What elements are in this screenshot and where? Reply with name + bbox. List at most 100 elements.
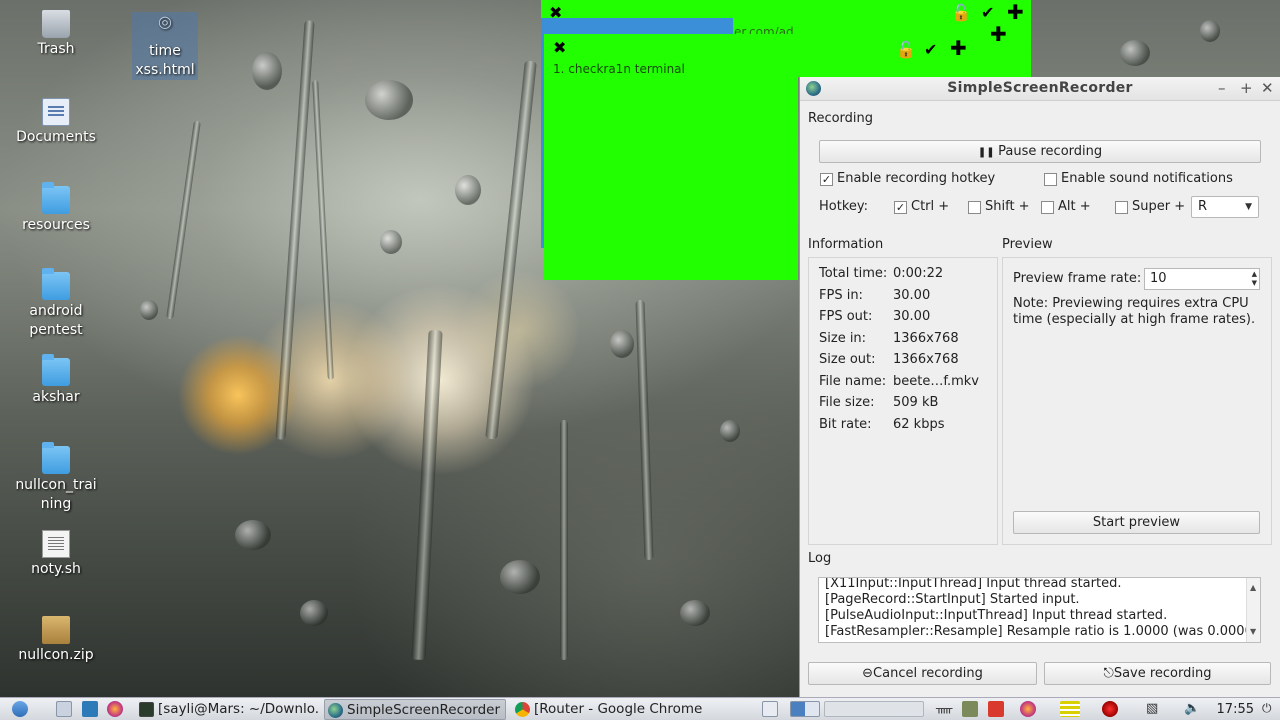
desktop-icon-documents[interactable]: Documents — [6, 98, 106, 147]
firefox-tray-icon[interactable] — [1020, 701, 1036, 717]
enable-sound-label: Enable sound notifications — [1061, 171, 1233, 186]
package-update-icon[interactable] — [962, 701, 978, 717]
network-signal-icon[interactable]: ▧ — [1146, 701, 1162, 717]
save-recording-button[interactable]: ⎋Save recording — [1044, 662, 1271, 685]
spinner-arrows-icon: ▲ ▼ — [1251, 270, 1257, 287]
info-row-bit-rate: Bit rate: 62 kbps — [819, 417, 944, 432]
desktop-icon-label: pentest — [29, 322, 83, 338]
plus-icon[interactable]: ✚ — [990, 24, 1007, 44]
desktop-icon-label: noty.sh — [31, 561, 81, 577]
desktop-icon-resources[interactable]: resources — [6, 182, 106, 235]
info-row-fps-out: FPS out: 30.00 — [819, 309, 930, 324]
super-modifier-checkbox[interactable] — [1115, 201, 1128, 214]
workspace-icon[interactable] — [762, 701, 778, 717]
minimize-icon[interactable]: – — [1218, 79, 1226, 97]
scroll-down-icon[interactable]: ▼ — [1250, 624, 1256, 640]
chevron-down-icon: ▼ — [1245, 202, 1252, 212]
ctrl-modifier-checkbox[interactable]: ✓ — [894, 201, 907, 214]
pause-icon: ❚❚ — [977, 147, 999, 158]
desktop-icon-label: time — [149, 43, 181, 59]
rain-drop — [252, 52, 282, 90]
volume-icon[interactable]: 🔈 — [1184, 701, 1200, 717]
enable-hotkey-label: Enable recording hotkey — [837, 171, 996, 186]
pause-recording-button[interactable]: ❚❚ Pause recording — [819, 140, 1261, 163]
preview-rate-spinbox[interactable]: 10 ▲ ▼ — [1144, 268, 1260, 290]
log-scrollbar[interactable]: ▲ ▼ — [1246, 578, 1260, 642]
green-terminal-window[interactable]: ✖ 1. checkra1n terminal — [544, 34, 798, 280]
maximize-icon[interactable]: + — [1240, 79, 1253, 97]
lock-icon[interactable]: 🔓 — [896, 42, 916, 58]
desktop-icon-label: xss.html — [135, 62, 195, 78]
start-menu-icon[interactable] — [12, 701, 28, 717]
plus-icon[interactable]: ✚ — [950, 38, 967, 58]
lock-icon[interactable]: 🔓 — [951, 5, 971, 21]
show-desktop-icon[interactable] — [56, 701, 72, 717]
desktop-icon-label: Documents — [16, 129, 96, 145]
rain-drop — [720, 420, 740, 442]
script-file-icon — [42, 530, 70, 558]
info-label: FPS out: — [819, 309, 873, 324]
task-chrome[interactable]: [Router - Google Chrome] — [512, 699, 702, 720]
log-section-title: Log — [808, 551, 832, 566]
task-label: [sayli@Mars: ~/Downlo... — [158, 701, 320, 717]
zip-file-icon — [42, 616, 70, 644]
chevron-down-icon[interactable]: ✔ — [924, 42, 937, 58]
info-row-size-in: Size in: 1366x768 — [819, 331, 959, 346]
firefox-icon[interactable] — [107, 701, 123, 717]
chevron-down-icon[interactable]: ✔ — [981, 5, 994, 21]
green-terminal-titlebar-ext: 🔓 ✔ ✚ ✚ — [798, 24, 1031, 77]
desktop-icon-android-pentest[interactable]: android pentest — [6, 268, 106, 340]
alt-modifier-checkbox[interactable] — [1041, 201, 1054, 214]
desktop-icon-label: resources — [22, 217, 90, 233]
notes-icon[interactable] — [1060, 701, 1080, 717]
info-label: FPS in: — [819, 288, 863, 303]
desktop-icon-noty-sh[interactable]: noty.sh — [6, 530, 106, 579]
desktop-icon-nullcon-training[interactable]: nullcon_trai ning — [6, 442, 106, 514]
enable-hotkey-checkbox[interactable]: ✓ — [820, 173, 833, 186]
info-value: 30.00 — [893, 309, 931, 324]
close-icon[interactable]: ✖ — [553, 40, 566, 56]
desktop-icon-akshar[interactable]: akshar — [6, 354, 106, 407]
desktop-icon-nullcon-zip[interactable]: nullcon.zip — [6, 616, 106, 665]
desktop-icon-label: akshar — [32, 389, 80, 405]
bluetooth-icon[interactable]: ᚅ — [936, 701, 952, 717]
shift-modifier-checkbox[interactable] — [968, 201, 981, 214]
chrome-icon — [515, 702, 530, 717]
workspace-switcher-icon[interactable] — [790, 701, 820, 717]
workspace-pager[interactable] — [824, 701, 924, 717]
info-label: File name: — [819, 374, 887, 389]
folder-icon — [42, 354, 70, 386]
scroll-up-icon[interactable]: ▲ — [1250, 580, 1256, 596]
power-icon[interactable]: ⏻ — [1262, 701, 1278, 717]
hotkey-key-select[interactable]: R ▼ — [1191, 196, 1259, 218]
info-label: Size out: — [819, 352, 876, 367]
record-indicator-icon[interactable] — [1102, 701, 1118, 717]
file-manager-icon[interactable] — [82, 701, 98, 717]
clock[interactable]: 17:55 — [1217, 699, 1254, 720]
log-textbox[interactable]: [X11Input::InputThread] Input thread sta… — [818, 577, 1261, 643]
desktop-icon-time-xss-html[interactable]: ◎ time xss.html — [132, 12, 198, 80]
start-preview-button[interactable]: Start preview — [1013, 511, 1260, 534]
info-value: 62 kbps — [893, 417, 945, 432]
super-modifier-label: Super + — [1132, 199, 1186, 214]
taskbar: [sayli@Mars: ~/Downlo... SimpleScreenRec… — [0, 697, 1280, 720]
cancel-recording-label: Cancel recording — [873, 666, 983, 681]
task-terminal[interactable]: [sayli@Mars: ~/Downlo... — [136, 699, 320, 720]
log-line: [PageRecord::StartInput] Started input. — [825, 592, 1080, 607]
info-value: 30.00 — [893, 288, 931, 303]
desktop-icon-trash[interactable]: Trash — [6, 10, 106, 59]
log-line: [FastResampler::Resample] Resample ratio… — [825, 624, 1261, 639]
plus-icon[interactable]: ✚ — [1007, 2, 1024, 22]
rain-drop — [380, 230, 402, 254]
task-simplescreenrecorder[interactable]: SimpleScreenRecorder — [324, 699, 506, 720]
close-icon[interactable]: ✕ — [1261, 79, 1274, 97]
app-indicator-icon[interactable] — [988, 701, 1004, 717]
info-row-total-time: Total time: 0:00:22 — [819, 266, 943, 281]
cancel-recording-button[interactable]: ⊖Cancel recording — [808, 662, 1037, 685]
rain-drop — [1200, 20, 1220, 42]
enable-sound-checkbox[interactable] — [1044, 173, 1057, 186]
window-titlebar[interactable]: SimpleScreenRecorder – + ✕ — [800, 77, 1280, 101]
rain-drop — [235, 520, 271, 550]
rain-streak — [166, 120, 201, 320]
info-row-fps-in: FPS in: 30.00 — [819, 288, 930, 303]
